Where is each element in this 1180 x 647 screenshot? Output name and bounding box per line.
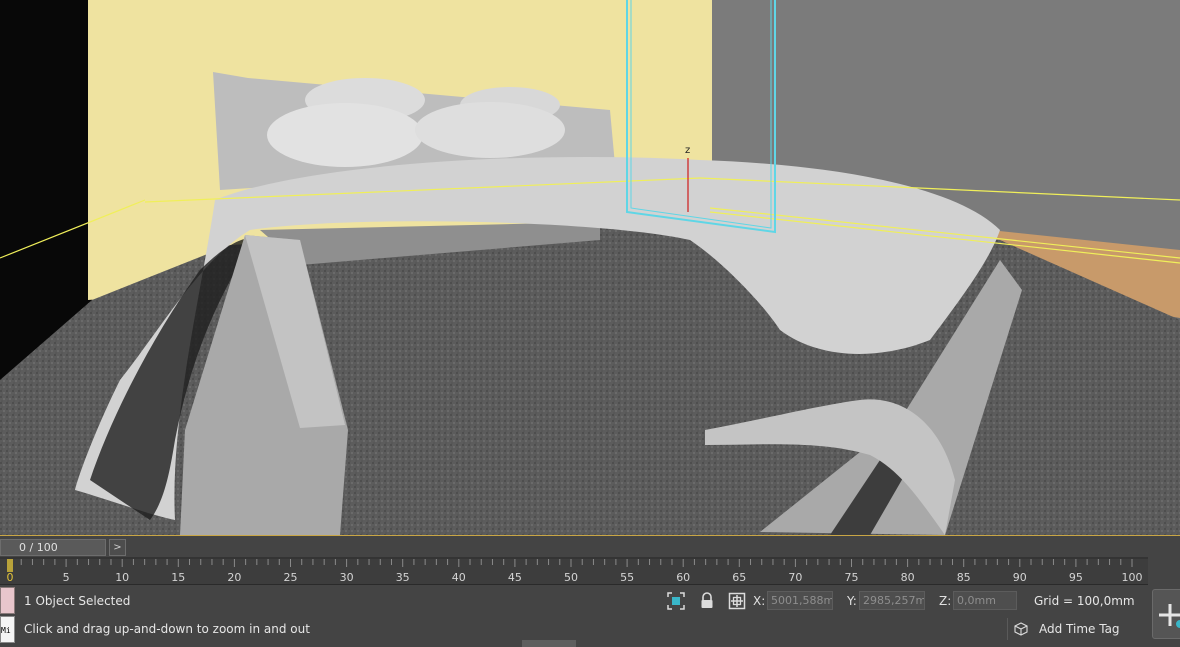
z-axis-label: z: [685, 145, 690, 156]
z-label: Z:: [939, 594, 952, 608]
track-bar-label: 20: [227, 571, 241, 584]
track-bar-label: 95: [1069, 571, 1083, 584]
add-time-tag-label: Add Time Tag: [1039, 622, 1120, 636]
cube-tag-icon: [1014, 622, 1028, 636]
track-bar-label: 60: [676, 571, 690, 584]
y-coordinate-field[interactable]: 2985,257mm: [859, 591, 925, 610]
scrollbar-thumb[interactable]: [522, 640, 576, 647]
time-slider[interactable]: 0 / 100 >: [0, 535, 1180, 557]
track-bar-label: 15: [171, 571, 185, 584]
track-bar-label: 85: [957, 571, 971, 584]
track-bar-label: 75: [845, 571, 859, 584]
lock-icon[interactable]: [697, 591, 717, 611]
z-coordinate-field[interactable]: 0,0mm: [953, 591, 1017, 610]
absolute-mode-icon[interactable]: [727, 591, 747, 611]
track-bar[interactable]: 0 5 10 15 20 25 30 35 40 45 50 55 60 65 70 75 80 85 90 95 10…: [0, 557, 1148, 585]
x-label: X:: [753, 594, 766, 608]
x-coordinate-field[interactable]: 5001,588mm: [767, 591, 833, 610]
track-bar-label: 40: [452, 571, 466, 584]
y-label: Y:: [847, 594, 857, 608]
isolate-selection-icon[interactable]: [666, 591, 686, 611]
track-bar-label: 50: [564, 571, 578, 584]
add-time-tag-button[interactable]: Add Time Tag: [1007, 618, 1147, 640]
grid-size: Grid = 100,0mm: [1034, 594, 1135, 608]
track-bar-label: 35: [396, 571, 410, 584]
track-bar-label: 30: [340, 571, 354, 584]
mini-listener-output-field[interactable]: Mi: [0, 616, 15, 643]
track-bar-label: 25: [284, 571, 298, 584]
track-bar-label: 100: [1122, 571, 1143, 584]
track-bar-label: 90: [1013, 571, 1027, 584]
viewport-scene[interactable]: z: [0, 0, 1180, 535]
selection-status: 1 Object Selected: [24, 594, 131, 608]
pillow-3: [267, 103, 423, 167]
maxscript-mini-listener[interactable]: Mi: [0, 587, 15, 643]
plus-icon: [1159, 604, 1180, 628]
track-bar-label: 45: [508, 571, 522, 584]
track-bar-label: 5: [63, 571, 70, 584]
track-bar-label: 65: [732, 571, 746, 584]
track-bar-label: 80: [901, 571, 915, 584]
status-bar: Mi 1 Object Selected Click and drag up-a…: [0, 585, 1180, 647]
time-slider-frame-display[interactable]: 0 / 100: [0, 539, 106, 556]
current-frame-marker[interactable]: [7, 559, 13, 572]
track-bar-end: [1148, 557, 1180, 585]
mini-listener-macro-field[interactable]: [0, 587, 15, 614]
track-bar-label: 0: [7, 571, 14, 584]
track-bar-label: 10: [115, 571, 129, 584]
track-bar-ruler[interactable]: 0 5 10 15 20 25 30 35 40 45 50 55 60 65 70 75 80 85 90 95 10…: [0, 557, 1148, 585]
track-bar-label: 55: [620, 571, 634, 584]
viewport[interactable]: z: [0, 0, 1180, 535]
next-frame-button[interactable]: >: [109, 539, 126, 556]
track-bar-label: 70: [788, 571, 802, 584]
prompt-line: Click and drag up-and-down to zoom in an…: [24, 622, 310, 636]
add-key-button[interactable]: [1152, 589, 1180, 639]
pillow-4: [415, 102, 565, 158]
